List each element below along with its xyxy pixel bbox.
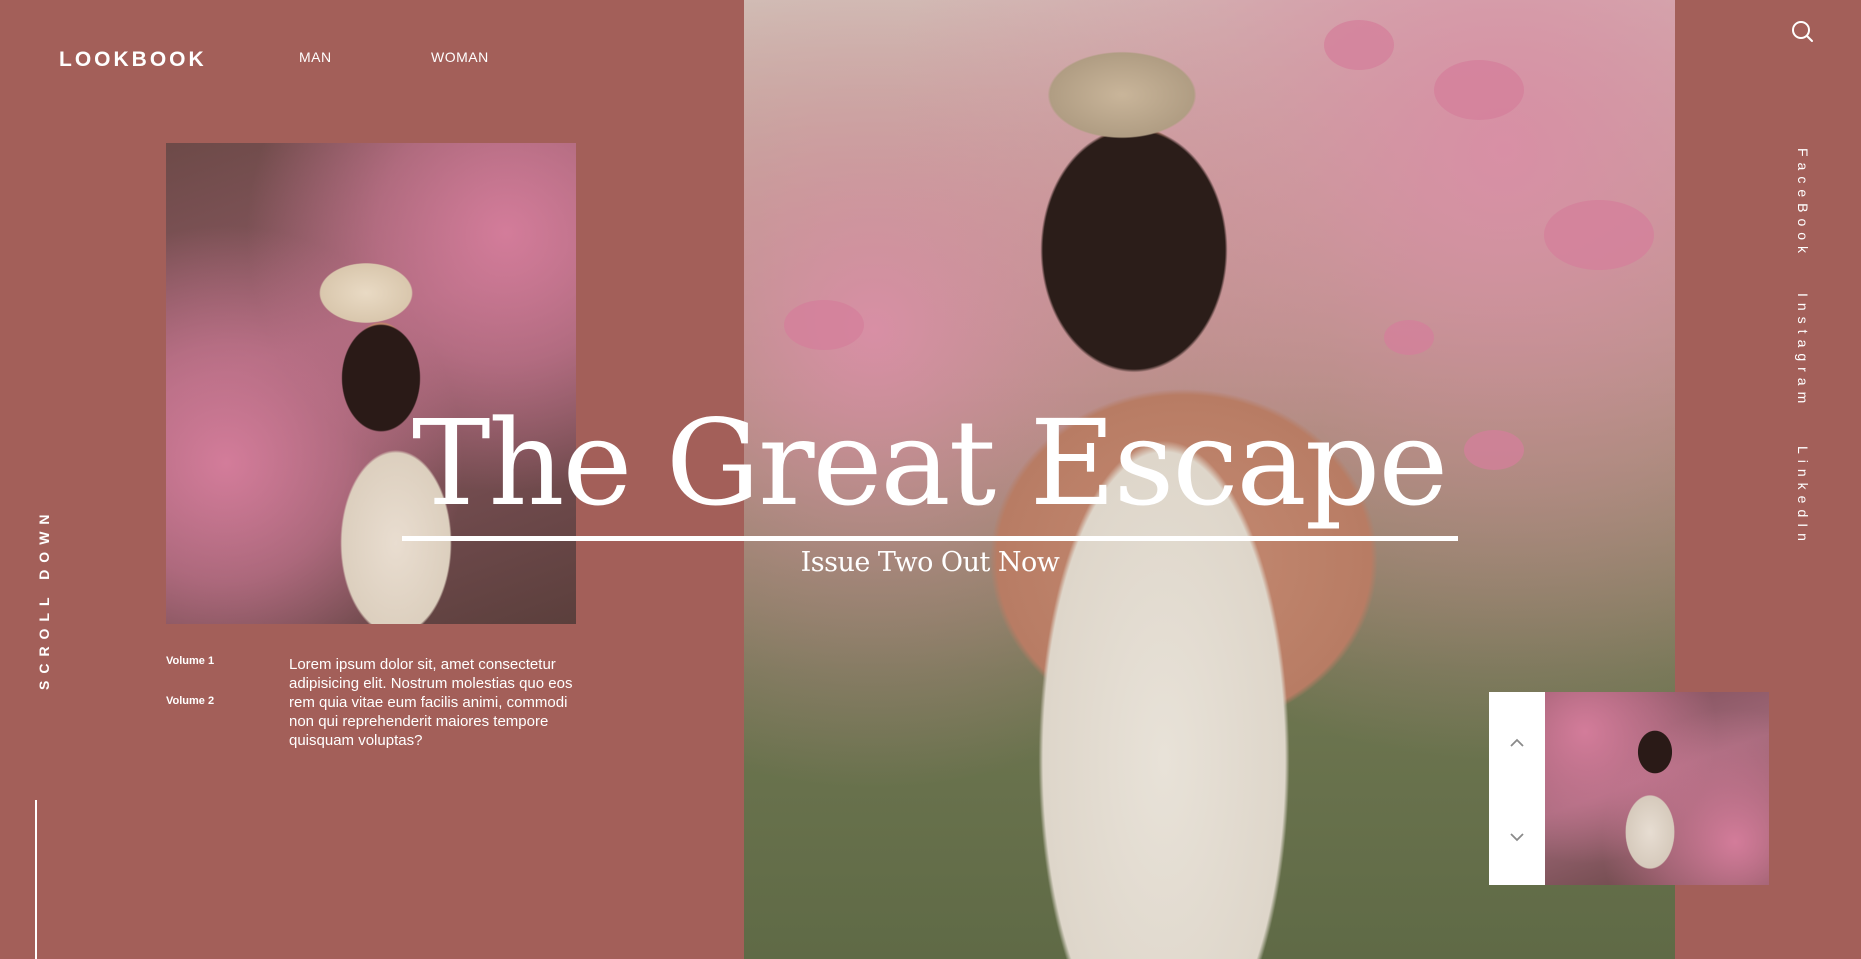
nav-item-man[interactable]: MAN bbox=[299, 49, 332, 65]
logo[interactable]: LOOKBOOK bbox=[59, 48, 207, 72]
page-subtitle: Issue Two Out Now bbox=[800, 547, 1060, 578]
title-underline bbox=[402, 536, 1458, 541]
scroll-down-label[interactable]: SCROLL DOWN bbox=[36, 507, 52, 690]
scroll-line bbox=[35, 800, 37, 959]
chevron-down-icon[interactable] bbox=[1507, 827, 1527, 847]
volume-1-link[interactable]: Volume 1 bbox=[166, 655, 214, 667]
page-title: The Great Escape bbox=[411, 394, 1448, 532]
chevron-up-icon[interactable] bbox=[1507, 732, 1527, 752]
slider-controls bbox=[1489, 692, 1545, 885]
social-link-instagram[interactable]: Instagram bbox=[1795, 293, 1811, 409]
search-icon[interactable] bbox=[1791, 20, 1815, 44]
social-link-facebook[interactable]: FaceBook bbox=[1795, 148, 1811, 259]
volume-2-link[interactable]: Volume 2 bbox=[166, 695, 214, 707]
social-link-linkedin[interactable]: LinkedIn bbox=[1795, 446, 1811, 547]
feature-photo bbox=[166, 143, 576, 624]
description-text: Lorem ipsum dolor sit, amet consectetur … bbox=[289, 656, 573, 749]
next-slide-thumbnail[interactable] bbox=[1545, 692, 1769, 885]
nav-item-woman[interactable]: WOMAN bbox=[431, 49, 489, 65]
